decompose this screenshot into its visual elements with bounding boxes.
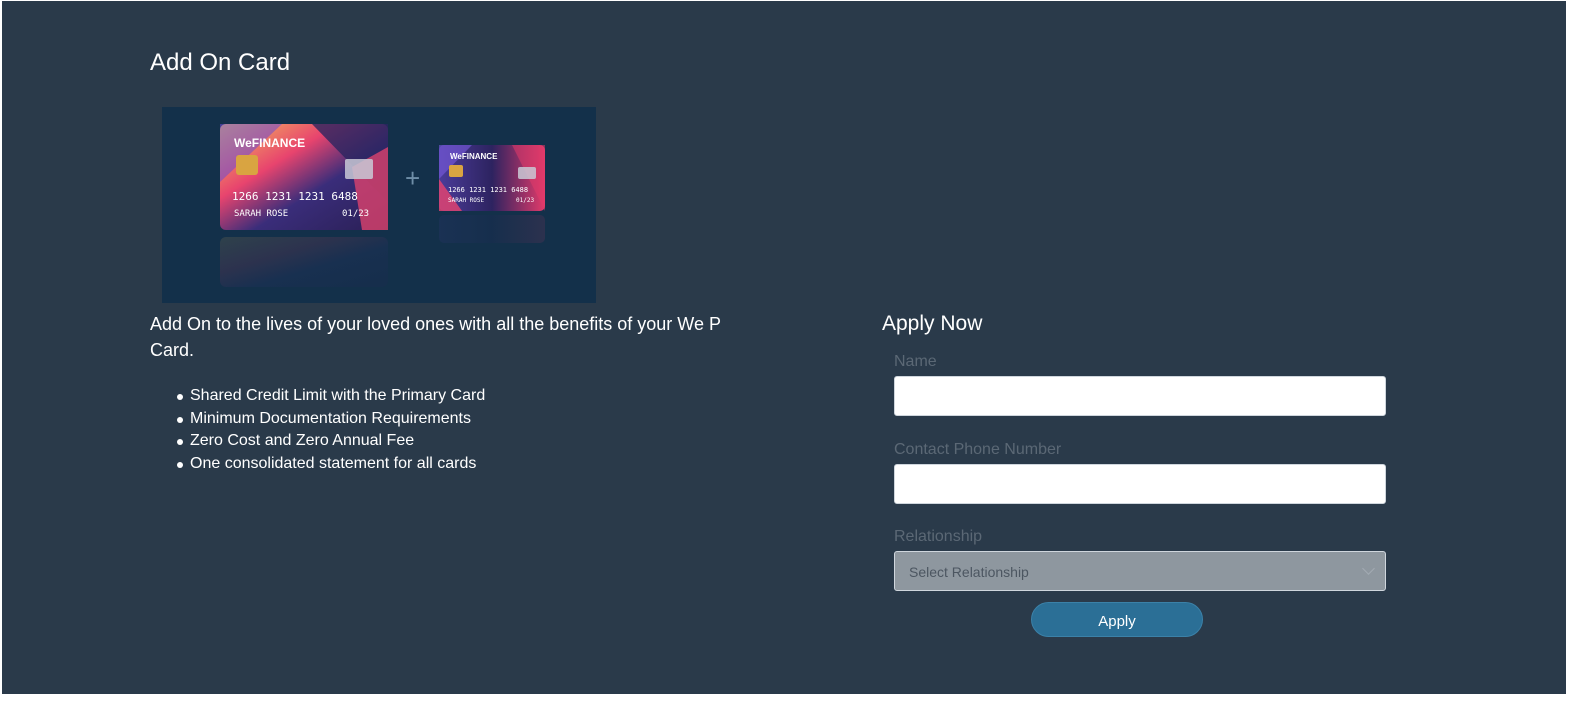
relationship-selected-value: Select Relationship (909, 564, 1029, 580)
addon-card-expiry: 01/23 (516, 197, 534, 204)
add-on-card-image: WeFINANCE 1266 1231 1231 6488 SARAH ROSE… (162, 107, 596, 303)
plus-icon: + (405, 163, 420, 193)
benefit-item: Zero Cost and Zero Annual Fee (176, 430, 485, 453)
intro-text: Add On to the lives of your loved ones w… (150, 314, 721, 360)
apply-now-title: Apply Now (882, 312, 983, 335)
relationship-select[interactable]: Select Relationship (894, 551, 1386, 591)
primary-card-number: 1266 1231 1231 6488 (232, 190, 358, 203)
primary-card-expiry: 01/23 (342, 209, 369, 219)
add-on-card-page: Add On Card WeFINANCE 1266 1231 1231 648… (2, 1, 1566, 694)
apply-button[interactable]: Apply (1031, 602, 1203, 637)
phone-label: Contact Phone Number (894, 441, 1062, 458)
addon-card-holder: SARAH ROSE (448, 197, 485, 204)
addon-card-brand: WeFINANCE (450, 152, 498, 161)
primary-card-brand: WeFINANCE (234, 136, 305, 150)
name-input[interactable] (894, 376, 1386, 416)
benefit-item: One consolidated statement for all cards (176, 453, 485, 476)
primary-card-holder: SARAH ROSE (234, 209, 288, 219)
name-label: Name (894, 353, 937, 370)
phone-input[interactable] (894, 464, 1386, 504)
benefit-item: Shared Credit Limit with the Primary Car… (176, 385, 485, 408)
benefit-item: Minimum Documentation Requirements (176, 408, 485, 431)
addon-card-number: 1266 1231 1231 6488 (448, 186, 528, 194)
page-title: Add On Card (150, 49, 291, 76)
chevron-down-icon (1362, 562, 1375, 575)
benefits-list: Shared Credit Limit with the Primary Car… (176, 385, 485, 476)
relationship-label: Relationship (894, 528, 983, 545)
